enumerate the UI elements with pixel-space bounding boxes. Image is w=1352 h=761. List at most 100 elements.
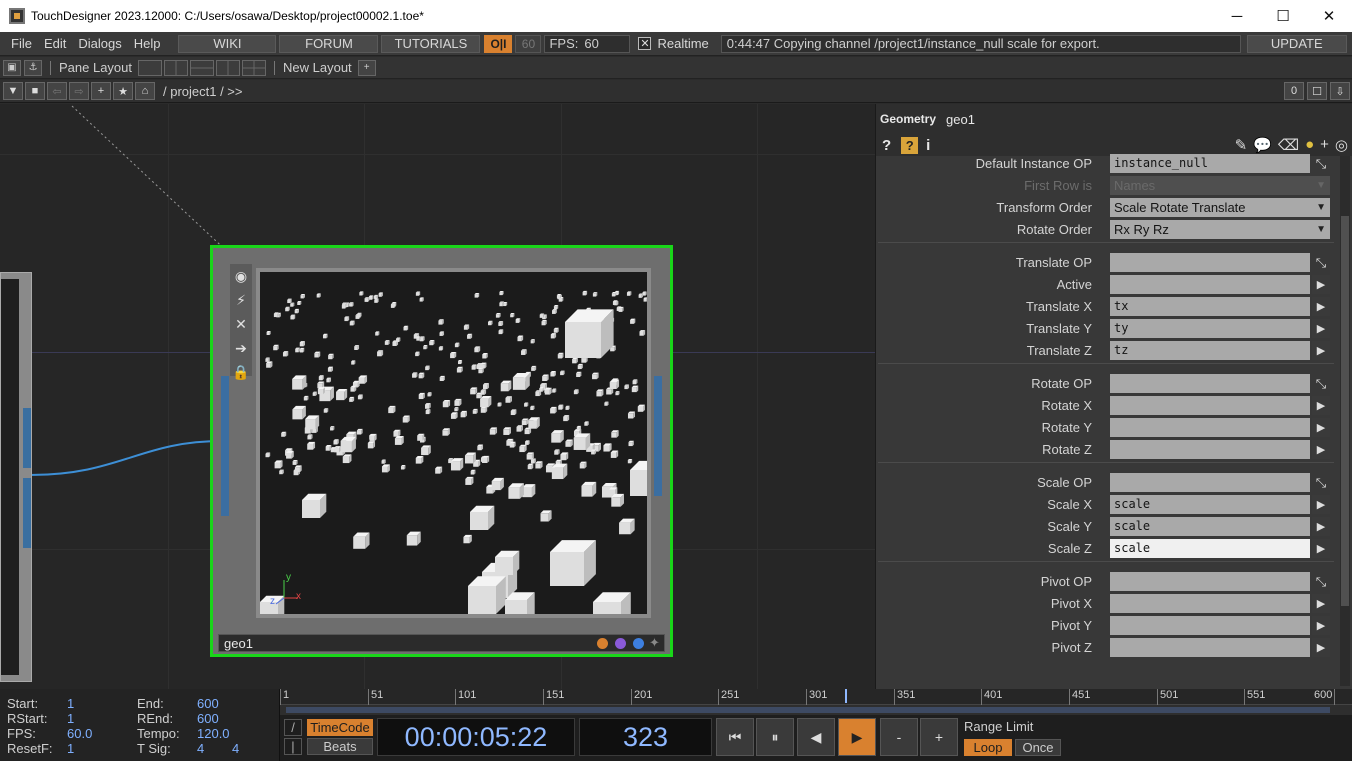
- upstream-node[interactable]: [0, 272, 32, 682]
- once-button[interactable]: Once: [1015, 739, 1061, 756]
- expand-arrow-icon[interactable]: ▶: [1312, 319, 1330, 338]
- pause-icon[interactable]: ⏸: [756, 718, 794, 756]
- timeline-range-bar[interactable]: [286, 707, 1330, 713]
- realtime-checkbox[interactable]: ✕: [638, 37, 652, 50]
- expand-arrow-icon[interactable]: ▶: [1312, 275, 1330, 294]
- expand-arrow-icon[interactable]: ▶: [1312, 440, 1330, 459]
- tsig-value-b[interactable]: 4: [232, 741, 239, 756]
- skip-to-start-icon[interactable]: ⏮: [716, 718, 754, 756]
- help-question-icon[interactable]: ?: [882, 137, 891, 154]
- play-forward-icon[interactable]: ▶: [838, 718, 876, 756]
- frame-display[interactable]: 323: [579, 718, 712, 756]
- network-path[interactable]: / project1 / >>: [163, 84, 243, 99]
- tutorials-button[interactable]: TUTORIALS: [381, 34, 481, 53]
- menu-dialogs[interactable]: Dialogs: [72, 36, 127, 51]
- param-scrollbar-thumb[interactable]: [1341, 216, 1349, 606]
- geo-node-name[interactable]: geo1: [224, 636, 253, 651]
- bypass-x-icon[interactable]: ✕: [230, 312, 252, 336]
- stop-icon[interactable]: ■: [25, 82, 45, 100]
- expand-arrow-icon[interactable]: ▶: [1312, 495, 1330, 514]
- expand-arrow-icon[interactable]: ▶: [1312, 418, 1330, 437]
- layout-quad-button[interactable]: [242, 59, 267, 76]
- rotate-order-menu[interactable]: Rx Ry Rz ▼: [1110, 220, 1330, 239]
- param-scrollbar[interactable]: [1340, 156, 1350, 686]
- maximize-pane-icon[interactable]: ☐: [1307, 82, 1327, 100]
- operator-name[interactable]: geo1: [946, 112, 975, 127]
- playhead[interactable]: [845, 689, 847, 703]
- layout-three-button[interactable]: [216, 59, 241, 76]
- rotate-x-field[interactable]: [1110, 396, 1310, 415]
- expand-arrow-icon[interactable]: ▶: [1312, 539, 1330, 558]
- minimize-button[interactable]: ─: [1214, 0, 1260, 32]
- start-value[interactable]: 1: [67, 696, 74, 711]
- drop-operator-arrow-icon[interactable]: ⤡: [1312, 572, 1330, 591]
- translate-y-field[interactable]: ty: [1110, 319, 1310, 338]
- timeline-bar-icon[interactable]: |: [284, 738, 302, 755]
- translate-x-field[interactable]: tx: [1110, 297, 1310, 316]
- menu-edit[interactable]: Edit: [38, 36, 72, 51]
- geo-input-connector[interactable]: [221, 376, 229, 516]
- pivot-z-field[interactable]: [1110, 638, 1310, 657]
- pivot-y-field[interactable]: [1110, 616, 1310, 635]
- scale-op-field[interactable]: [1110, 473, 1310, 492]
- eraser-icon[interactable]: ⌫: [1278, 136, 1299, 154]
- close-button[interactable]: ✕: [1306, 0, 1352, 32]
- rotate-op-field[interactable]: [1110, 374, 1310, 393]
- update-button[interactable]: UPDATE: [1246, 34, 1347, 53]
- add-parameter-icon[interactable]: +: [1320, 136, 1329, 154]
- drop-operator-arrow-icon[interactable]: ⤡: [1312, 253, 1330, 272]
- maximize-button[interactable]: ☐: [1260, 0, 1306, 32]
- menu-file[interactable]: File: [5, 36, 38, 51]
- layout-single-button[interactable]: [138, 59, 163, 76]
- play-reverse-icon[interactable]: ◀: [797, 718, 835, 756]
- info-icon[interactable]: i: [926, 137, 930, 154]
- resetf-value[interactable]: 1: [67, 741, 74, 756]
- pickable-flag-icon[interactable]: [633, 638, 644, 649]
- step-forward-button[interactable]: +: [920, 718, 958, 756]
- expand-arrow-icon[interactable]: ▶: [1312, 517, 1330, 536]
- expand-arrow-icon[interactable]: ▶: [1312, 297, 1330, 316]
- expand-arrow-icon[interactable]: ▶: [1312, 616, 1330, 635]
- enter-arrow-icon[interactable]: ➔: [230, 336, 252, 360]
- geo-node-label-bar[interactable]: geo1 ✦: [218, 634, 665, 652]
- geo-node[interactable]: ◉ ⚡ ✕ ➔ 🔒 y x z geo1 ✦: [210, 245, 673, 657]
- drop-operator-arrow-icon[interactable]: ⤡: [1312, 154, 1330, 173]
- active-field[interactable]: [1110, 275, 1310, 294]
- expand-arrow-icon[interactable]: ▶: [1312, 594, 1330, 613]
- timecode-mode-button[interactable]: TimeCode: [307, 719, 373, 736]
- translate-z-field[interactable]: tz: [1110, 341, 1310, 360]
- scale-x-field[interactable]: scale: [1110, 495, 1310, 514]
- timeline-ruler[interactable]: 1 51 101 151 201 251 301 351 401 451 501 551 600: [280, 689, 1352, 705]
- timeline-slash-icon[interactable]: /: [284, 719, 302, 736]
- anchor-icon[interactable]: ⚓: [24, 59, 42, 76]
- fps-target-field[interactable]: 60: [515, 34, 542, 53]
- rstart-value[interactable]: 1: [67, 711, 74, 726]
- drop-operator-arrow-icon[interactable]: ⤡: [1312, 473, 1330, 492]
- viewer-active-icon[interactable]: ◉: [230, 264, 252, 288]
- expand-arrow-icon[interactable]: ▶: [1312, 396, 1330, 415]
- upstream-node-output-connector[interactable]: [23, 408, 31, 468]
- forum-button[interactable]: FORUM: [279, 34, 379, 53]
- perform-mode-toggle[interactable]: O|I: [484, 34, 513, 53]
- timecode-display[interactable]: 00:00:05:22: [377, 718, 575, 756]
- drop-operator-arrow-icon[interactable]: ⤡: [1312, 374, 1330, 393]
- rotate-y-field[interactable]: [1110, 418, 1310, 437]
- tempo-value[interactable]: 120.0: [197, 726, 230, 741]
- transform-order-menu[interactable]: Scale Rotate Translate ▼: [1110, 198, 1330, 217]
- python-help-icon[interactable]: ?: [901, 136, 919, 154]
- loop-button[interactable]: Loop: [964, 739, 1012, 756]
- viewer-toggle-icon[interactable]: ▣: [3, 59, 21, 76]
- fps-value[interactable]: 60.0: [67, 726, 92, 741]
- translate-op-field[interactable]: [1110, 253, 1310, 272]
- step-back-button[interactable]: -: [880, 718, 918, 756]
- tsig-value-a[interactable]: 4: [197, 741, 204, 756]
- network-editor[interactable]: ◉ ⚡ ✕ ➔ 🔒 y x z geo1 ✦: [0, 104, 875, 689]
- bookmark-star-icon[interactable]: ★: [113, 82, 133, 100]
- comment-icon[interactable]: 💬: [1253, 136, 1272, 154]
- render-flag-dot-icon[interactable]: [615, 638, 626, 649]
- geo-viewer[interactable]: y x z: [256, 268, 651, 618]
- beats-mode-button[interactable]: Beats: [307, 738, 373, 755]
- scale-z-field[interactable]: scale: [1110, 539, 1310, 558]
- scale-y-field[interactable]: scale: [1110, 517, 1310, 536]
- end-value[interactable]: 600: [197, 696, 219, 711]
